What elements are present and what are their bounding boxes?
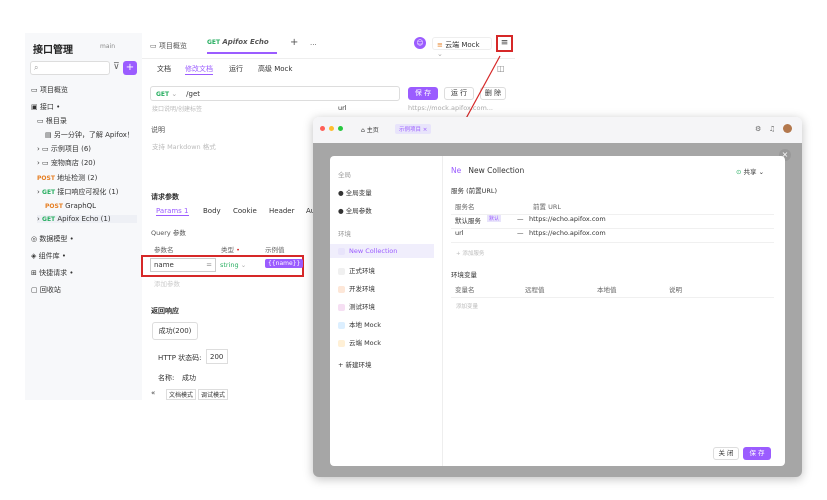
nav-global-params[interactable]: ● 全局参数: [338, 205, 372, 215]
env-icon: [338, 303, 345, 311]
env-label: 云端 Mock: [349, 339, 381, 347]
env-icon: [338, 267, 345, 275]
add-service-link[interactable]: + 添加服务: [456, 249, 484, 257]
bell-icon[interactable]: ♫: [769, 125, 775, 133]
env-nav: 全局 ● 全局变量 ● 全局参数 环境 New Collection 正式环境 …: [330, 156, 443, 466]
env-label: New Collection: [349, 247, 398, 255]
vars-header: 变量名 远程值 本地值 说明: [451, 284, 774, 298]
svc-url: https://echo.apifox.com: [529, 229, 606, 237]
env-icon: [338, 285, 345, 293]
new-env-button[interactable]: + 新建环境: [338, 359, 372, 369]
svc-name: 默认服务: [455, 217, 481, 225]
env-item-new-collection[interactable]: New Collection: [330, 244, 434, 258]
share-label: 共享: [743, 168, 757, 176]
svc-col-name: 服务名: [455, 203, 475, 211]
env-label: 测试环境: [349, 303, 375, 311]
close-button[interactable]: 关 闭: [713, 447, 739, 460]
var-col-local: 本地值: [597, 286, 617, 294]
services-header: 服务名 前置 URL: [451, 201, 774, 215]
svc-name: url: [455, 229, 464, 237]
env-icon: [338, 247, 345, 255]
env-manager-dialog: 全局 ● 全局变量 ● 全局参数 环境 New Collection 正式环境 …: [330, 156, 785, 466]
env-section: 环境: [338, 230, 351, 238]
env-label: 本地 Mock: [349, 321, 381, 329]
svc-col-url: 前置 URL: [533, 203, 561, 211]
service-row[interactable]: 默认服务 默认 — https://echo.apifox.com: [451, 215, 774, 229]
env-icon: [338, 321, 345, 329]
nav-global-vars[interactable]: ● 全局变量: [338, 187, 372, 197]
nav-label: 全局参数: [345, 207, 372, 215]
env-item-cloud-mock[interactable]: 云端 Mock: [338, 337, 381, 347]
services-title: 服务 (前置URL): [451, 187, 498, 195]
share-toggle[interactable]: ⊙ 共享 ⌄: [736, 166, 764, 176]
global-section: 全局: [338, 171, 351, 179]
home-label: 主页: [366, 127, 379, 134]
project-tab[interactable]: 示例项目 ×: [395, 124, 432, 134]
env-item-dev[interactable]: 开发环境: [338, 283, 375, 293]
env-name-field[interactable]: Ne New Collection: [451, 166, 524, 175]
env-item-prod[interactable]: 正式环境: [338, 265, 375, 275]
var-col-name: 变量名: [455, 286, 475, 294]
env-item-test[interactable]: 测试环境: [338, 301, 375, 311]
var-col-remote: 远程值: [525, 286, 545, 294]
user-avatar[interactable]: [783, 124, 792, 133]
close-dot[interactable]: [320, 126, 325, 131]
env-name: New Collection: [468, 166, 525, 175]
default-badge: 默认: [487, 215, 502, 222]
maximize-dot[interactable]: [338, 126, 343, 131]
env-name-prefix: Ne: [451, 166, 462, 175]
minimize-dot[interactable]: [329, 126, 334, 131]
env-icon: [338, 339, 345, 347]
env-label: 正式环境: [349, 267, 375, 275]
svc-url: https://echo.apifox.com: [529, 215, 606, 223]
home-tab[interactable]: ⌂ 主页: [361, 125, 379, 134]
service-row[interactable]: url — https://echo.apifox.com: [451, 229, 774, 243]
env-item-local-mock[interactable]: 本地 Mock: [338, 319, 381, 329]
nav-label: 全局变量: [345, 189, 372, 197]
var-col-desc: 说明: [669, 286, 682, 294]
window-titlebar: ⌂ 主页 示例项目 × ⚙ ♫: [313, 117, 802, 143]
add-var-link[interactable]: 添加变量: [456, 302, 478, 310]
vars-title: 环境变量: [451, 271, 477, 279]
settings-icon[interactable]: ⚙: [755, 125, 761, 133]
env-label: 开发环境: [349, 285, 375, 293]
env-save-button[interactable]: 保 存: [743, 447, 771, 460]
